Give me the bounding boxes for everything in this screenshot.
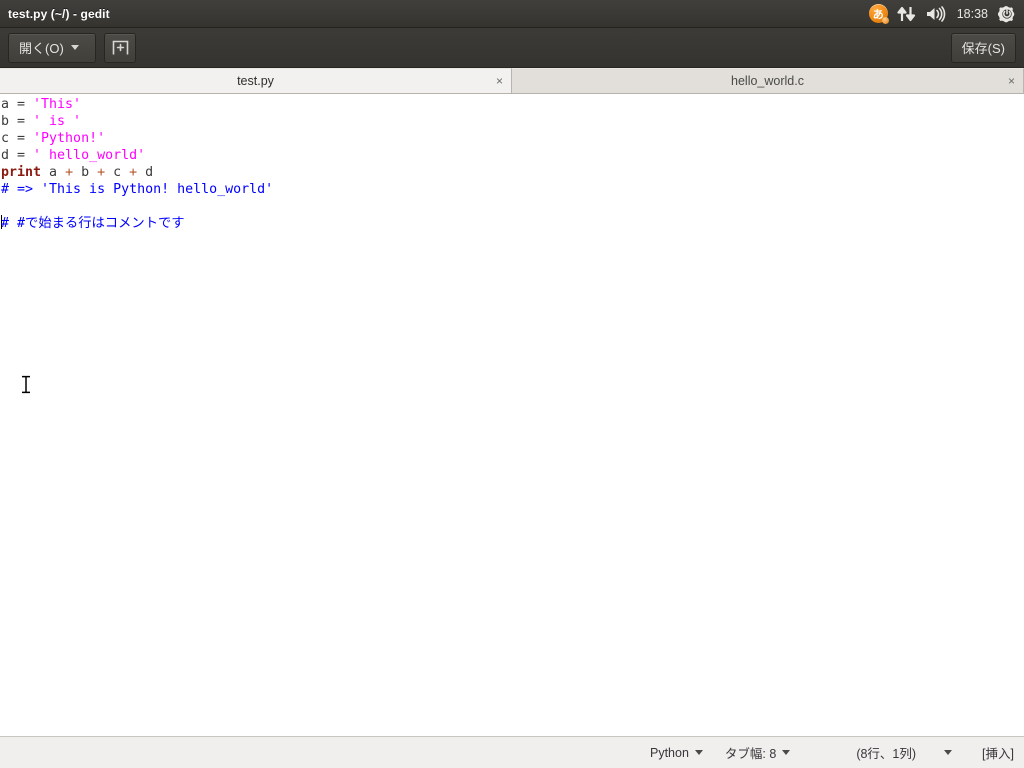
network-updown-icon [897,6,916,22]
code-token: # => 'This is Python! hello_world' [1,182,273,197]
save-button-label: 保存(S) [962,38,1005,57]
code-token: + [129,165,137,180]
insert-mode-label: [挿入] [982,743,1014,762]
toolbar: 開く(O) 保存(S) [0,28,1024,68]
code-token: c [105,165,129,180]
session-menu[interactable] [998,3,1016,25]
save-button[interactable]: 保存(S) [951,33,1016,63]
code-line: c = 'Python!' [1,130,1024,147]
tab-close-icon[interactable]: × [496,75,503,87]
code-token: print [1,165,41,180]
source-code[interactable]: a = 'This'b = ' is 'c = 'Python!'d = ' h… [0,96,1024,232]
code-token: ' hello_world' [33,148,145,163]
code-token: a = [1,97,33,112]
open-button[interactable]: 開く(O) [8,33,96,63]
new-document-icon [112,39,129,56]
chevron-down-icon [782,750,790,755]
tab-hello-world-c[interactable]: hello_world.c × [512,68,1024,93]
encoding-selector[interactable] [944,750,952,755]
code-token: 'This' [33,97,81,112]
code-line: # => 'This is Python! hello_world' [1,181,1024,198]
code-token: a [41,165,65,180]
insert-mode-indicator: [挿入] [982,743,1014,762]
mouse-ibeam-cursor [19,375,33,394]
code-token: b [73,165,97,180]
code-token: # #で始まる行はコメントです [1,216,185,231]
chevron-down-icon [695,750,703,755]
editor-text-area[interactable]: a = 'This'b = ' is 'c = 'Python!'d = ' h… [0,94,1024,736]
language-label: Python [650,746,689,760]
code-line: d = ' hello_world' [1,147,1024,164]
tab-test-py[interactable]: test.py × [0,68,512,93]
tab-label: test.py [237,74,274,88]
open-button-label: 開く(O) [19,38,64,57]
new-document-button[interactable] [104,33,136,63]
code-token: + [97,165,105,180]
window-title: test.py (~/) - gedit [0,7,110,21]
code-token: c = [1,131,33,146]
code-line [1,198,1024,215]
volume-speaker-icon [925,6,947,22]
ime-indicator[interactable]: あ [869,3,888,25]
code-line: print a + b + c + d [1,164,1024,181]
code-line: # #で始まる行はコメントです [1,215,1024,232]
code-token: b = [1,114,33,129]
status-bar: Python タブ幅: 8 (8行、1列) [挿入] [0,736,1024,768]
chevron-down-icon [944,750,952,755]
cursor-position-label: (8行、1列) [856,743,916,762]
volume-indicator[interactable] [925,3,947,25]
tab-width-label: タブ幅: 8 [725,743,776,762]
code-token: d [137,165,153,180]
tab-label: hello_world.c [731,74,804,88]
session-gear-power-icon [998,5,1016,23]
tab-bar: test.py × hello_world.c × [0,68,1024,94]
gedit-window: test.py (~/) - gedit あ [0,0,1024,768]
network-indicator[interactable] [897,3,916,25]
code-token: d = [1,148,33,163]
title-bar: test.py (~/) - gedit あ [0,0,1024,28]
code-token: ' is ' [33,114,81,129]
code-token: 'Python!' [33,131,105,146]
ime-label: あ [873,6,884,22]
tab-close-icon[interactable]: × [1008,75,1015,87]
code-line: b = ' is ' [1,113,1024,130]
code-token: + [65,165,73,180]
cursor-position: (8行、1列) [856,743,916,762]
tab-width-selector[interactable]: タブ幅: 8 [725,743,790,762]
code-line: a = 'This' [1,96,1024,113]
clock[interactable]: 18:38 [956,7,989,21]
language-selector[interactable]: Python [650,746,703,760]
system-tray: あ 18:38 [869,3,1024,25]
chevron-down-icon [71,45,79,50]
ime-indicator-icon: あ [869,4,888,23]
